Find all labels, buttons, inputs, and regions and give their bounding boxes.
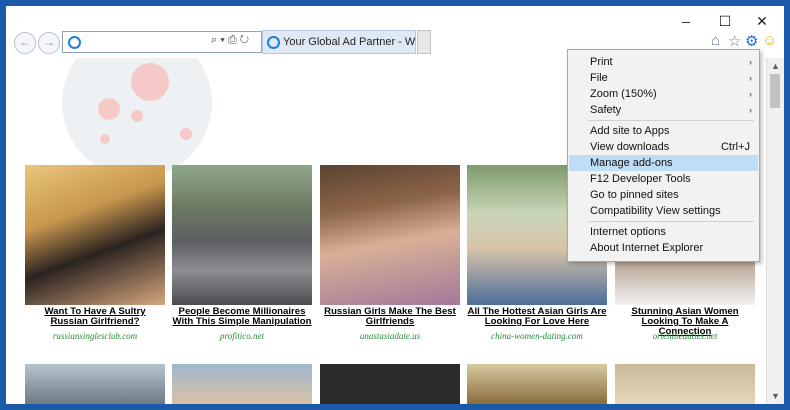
watermark-dot <box>180 128 192 140</box>
scroll-down-icon[interactable]: ▼ <box>767 388 784 404</box>
submenu-arrow-icon: › <box>749 73 752 83</box>
submenu-arrow-icon: › <box>749 57 752 67</box>
menu-item-label: Zoom (150%) <box>590 88 657 100</box>
tab-active[interactable]: Your Global Ad Partner - We... <box>262 30 416 54</box>
submenu-arrow-icon: › <box>749 105 752 115</box>
menu-item-zoom[interactable]: Zoom (150%) › <box>569 86 758 102</box>
menu-item-label: Print <box>590 56 613 68</box>
maximize-button[interactable]: ☐ <box>711 12 739 30</box>
watermark-dot <box>100 134 110 144</box>
ad-domain: orientbeauties.net <box>652 331 718 341</box>
minimize-button[interactable]: – <box>672 12 700 30</box>
ad-title[interactable]: People Become Millionaires With This Sim… <box>172 307 312 328</box>
close-button[interactable]: ✕ <box>748 12 776 30</box>
ad-title[interactable]: Russian Girls Make The Best Girlfriends <box>320 307 460 328</box>
ad-image[interactable] <box>615 364 755 404</box>
menu-item-label: Compatibility View settings <box>590 205 721 217</box>
menu-item-label: Safety <box>590 104 622 116</box>
ad-image[interactable] <box>320 165 460 305</box>
menu-item-pinned-sites[interactable]: Go to pinned sites <box>569 187 758 203</box>
menu-item-label: View downloads <box>590 141 670 153</box>
menu-item-view-downloads[interactable]: View downloads Ctrl+J <box>569 139 758 155</box>
browser-window: – ☐ ✕ ← → ⌕ ▾ ⎙ ↻ Your Global Ad Partner… <box>6 6 784 404</box>
submenu-arrow-icon: › <box>749 89 752 99</box>
menu-item-file[interactable]: File › <box>569 70 758 86</box>
ad-card[interactable]: Russian Girls Make The Best Girlfriends … <box>320 165 460 341</box>
ad-domain: russiansinglesclub.com <box>52 331 138 341</box>
gear-icon[interactable]: ⚙ <box>745 32 758 50</box>
ad-card[interactable]: People Become Millionaires With This Sim… <box>172 165 312 341</box>
menu-item-label: About Internet Explorer <box>590 242 704 254</box>
menu-item-label: Internet options <box>590 226 666 238</box>
ad-title[interactable]: Want To Have A Sultry Russian Girlfriend… <box>25 307 165 328</box>
watermark-dot <box>131 110 143 122</box>
ad-domain: anastasiadate.us <box>359 331 421 341</box>
forward-button[interactable]: → <box>38 32 60 54</box>
menu-item-add-site-to-apps[interactable]: Add site to Apps <box>569 123 758 139</box>
ad-image[interactable] <box>467 364 607 404</box>
menu-item-shortcut: Ctrl+J <box>720 141 750 153</box>
menu-item-label: Go to pinned sites <box>590 189 679 201</box>
ad-image[interactable] <box>25 364 165 404</box>
ad-image[interactable] <box>25 165 165 305</box>
ad-title[interactable]: Stunning Asian Women Looking To Make A C… <box>615 307 755 337</box>
tools-menu: Print › File › Zoom (150%) › Safety › Ad… <box>567 49 760 262</box>
menu-item-label: File <box>590 72 608 84</box>
menu-item-internet-options[interactable]: Internet options <box>569 224 758 240</box>
ad-domain: profitico.net <box>220 331 264 341</box>
ad-card[interactable]: Want To Have A Sultry Russian Girlfriend… <box>25 165 165 341</box>
tab-title: Your Global Ad Partner - We... <box>283 36 416 48</box>
address-bar[interactable]: ⌕ ▾ ⎙ ↻ <box>62 31 262 53</box>
ad-image[interactable] <box>172 364 312 404</box>
ad-image[interactable] <box>320 364 460 404</box>
scroll-thumb[interactable] <box>770 74 780 108</box>
menu-separator <box>588 120 754 121</box>
menu-item-safety[interactable]: Safety › <box>569 102 758 118</box>
menu-item-compatibility-view[interactable]: Compatibility View settings <box>569 203 758 219</box>
menu-item-label: Add site to Apps <box>590 125 670 137</box>
home-icon[interactable]: ⌂ <box>711 32 720 49</box>
new-tab-button[interactable] <box>417 30 431 54</box>
ad-title[interactable]: All The Hottest Asian Girls Are Looking … <box>467 307 607 328</box>
tab-favicon-icon <box>267 36 280 49</box>
address-tools[interactable]: ⌕ ▾ ⎙ ↻ <box>211 34 249 47</box>
watermark-dot <box>131 63 169 101</box>
menu-item-manage-add-ons[interactable]: Manage add-ons <box>569 155 758 171</box>
back-button[interactable]: ← <box>14 32 36 54</box>
menu-item-print[interactable]: Print › <box>569 54 758 70</box>
vertical-scrollbar[interactable]: ▲ ▼ <box>766 58 784 404</box>
smiley-icon[interactable]: ☺ <box>762 32 777 49</box>
ad-image[interactable] <box>172 165 312 305</box>
ie-icon <box>68 36 81 49</box>
ad-domain: china-women-dating.com <box>491 331 583 341</box>
menu-item-label: Manage add-ons <box>590 157 673 169</box>
menu-item-f12-developer-tools[interactable]: F12 Developer Tools <box>569 171 758 187</box>
scroll-up-icon[interactable]: ▲ <box>767 58 784 74</box>
menu-item-about-ie[interactable]: About Internet Explorer <box>569 240 758 256</box>
menu-item-label: F12 Developer Tools <box>590 173 691 185</box>
menu-separator <box>588 221 754 222</box>
favorites-icon[interactable]: ☆ <box>728 32 741 50</box>
watermark-dot <box>98 98 120 120</box>
